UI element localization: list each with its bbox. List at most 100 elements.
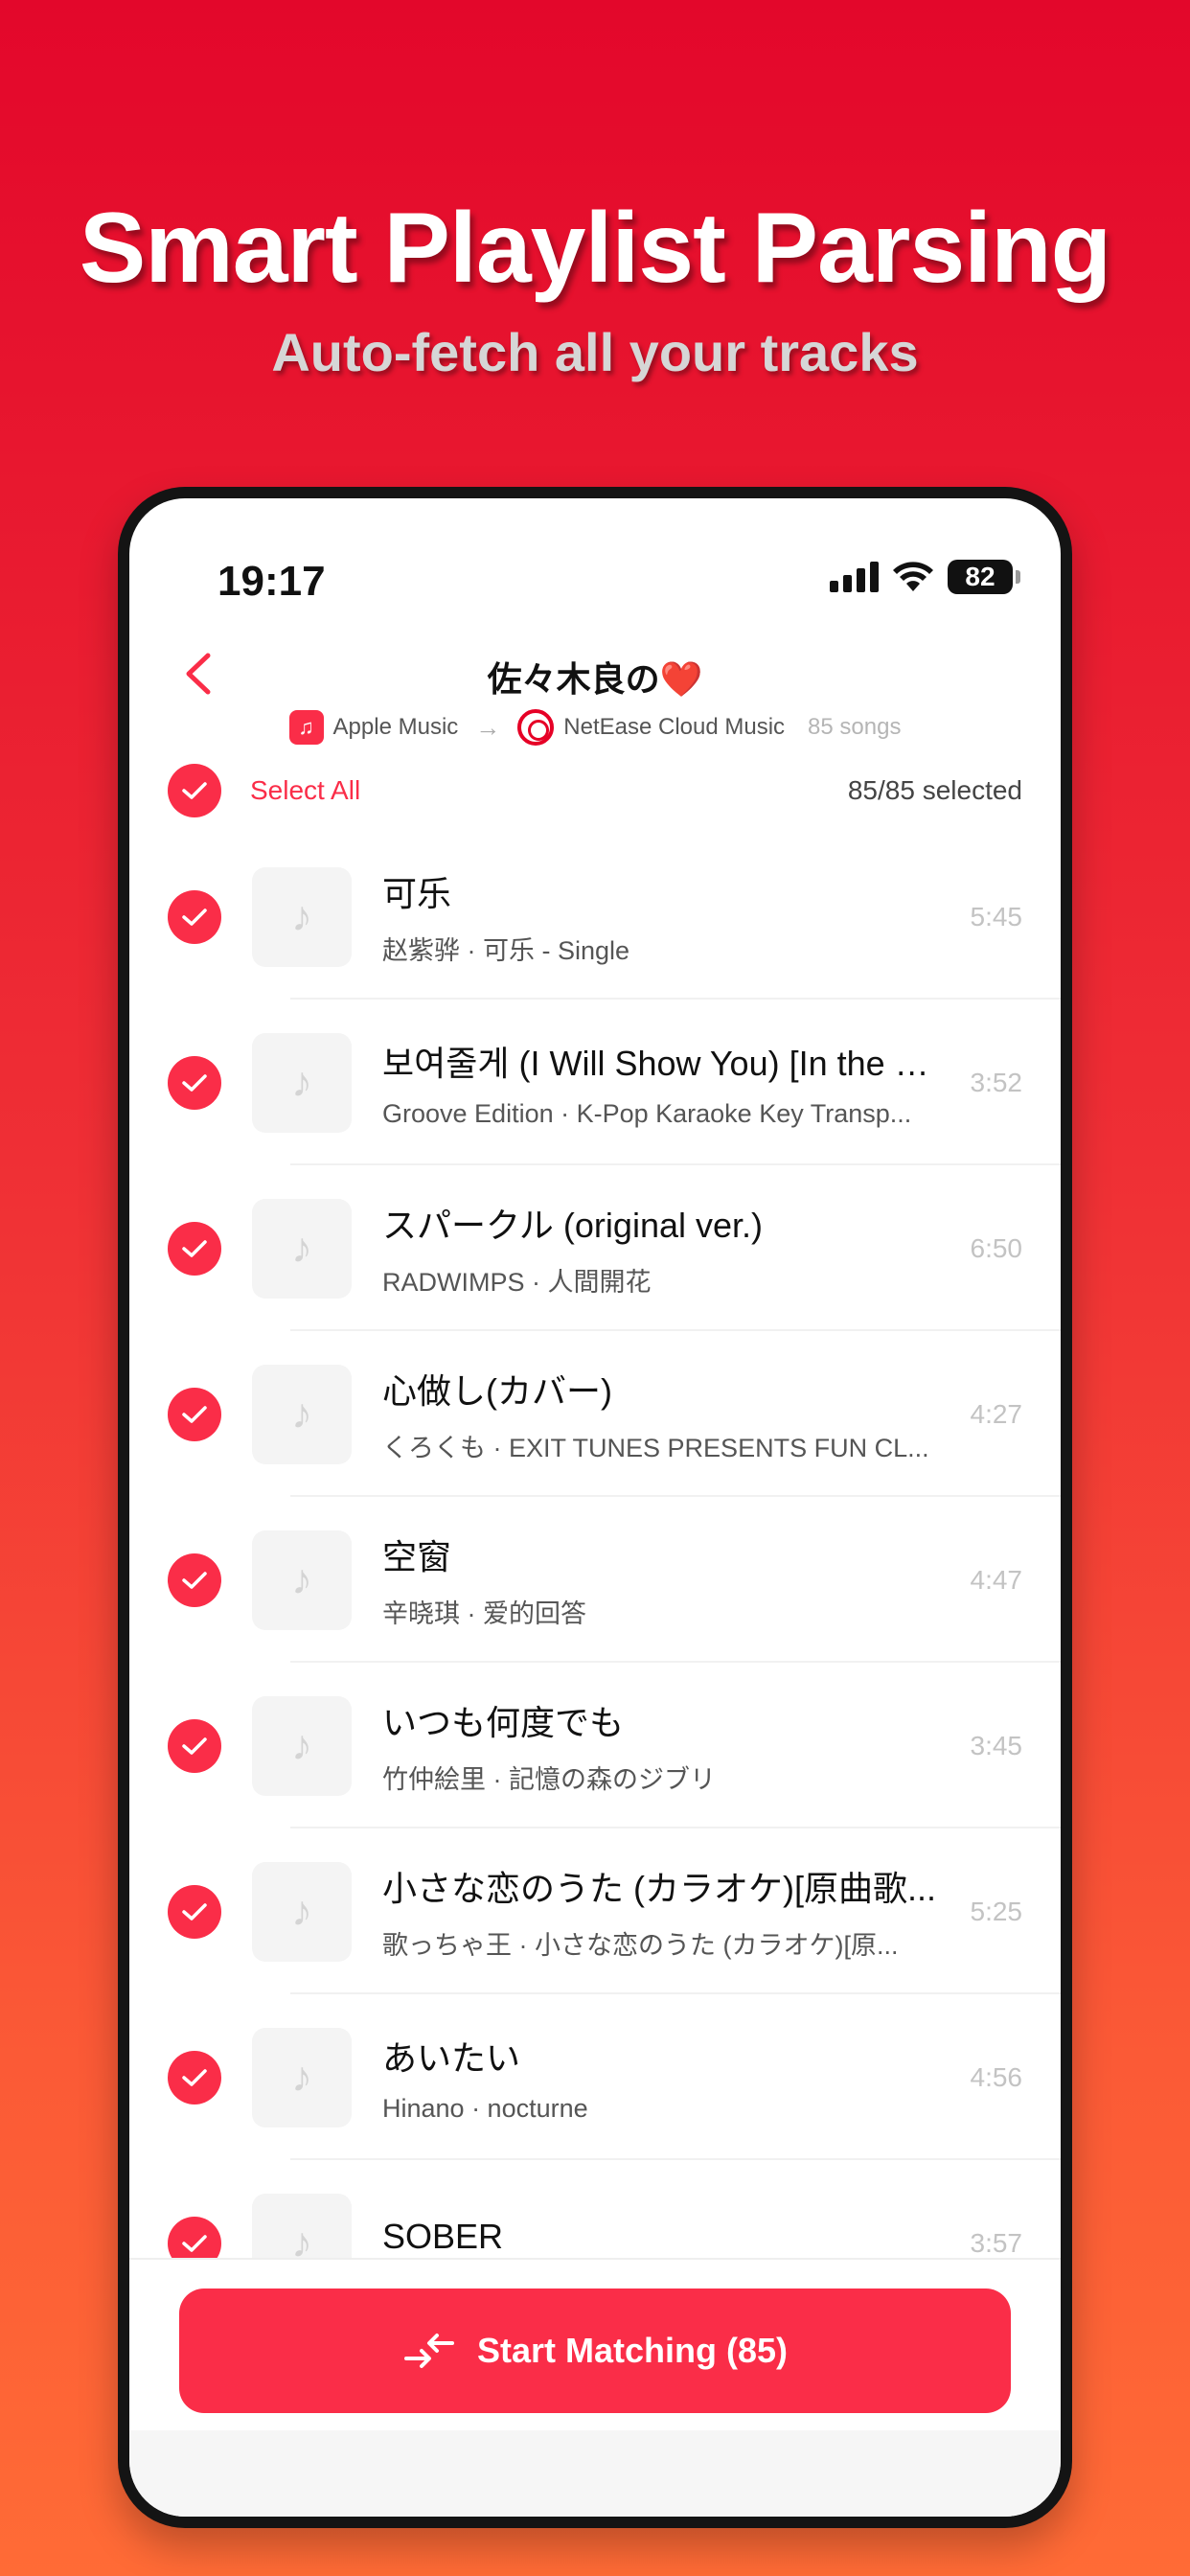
track-info: 可乐 赵紫骅 · 可乐 - Single	[382, 866, 938, 967]
checkmark-icon	[182, 1405, 207, 1423]
checkmark-icon	[182, 908, 207, 926]
track-duration: 4:56	[970, 2061, 1023, 2092]
cellular-signal-icon	[830, 562, 879, 592]
track-title: あいたい	[382, 2038, 521, 2078]
music-note-icon: ♪	[291, 2053, 312, 2101]
music-note-icon: ♪	[291, 1721, 312, 1769]
bottom-action-area: Start Matching (85)	[129, 2258, 1061, 2430]
track-subtitle: 赵紫骅 · 可乐 - Single	[382, 936, 630, 965]
track-duration: 4:47	[970, 1564, 1023, 1595]
track-checkbox[interactable]	[168, 1387, 221, 1441]
track-artwork: ♪	[252, 1198, 352, 1299]
track-artwork: ♪	[252, 1861, 352, 1962]
track-subtitle: 竹仲絵里 · 記憶の森のジブリ	[382, 1765, 716, 1794]
track-duration: 5:45	[970, 901, 1023, 932]
track-row[interactable]: ♪ 可乐 赵紫骅 · 可乐 - Single 5:45	[168, 834, 1061, 1000]
apple-music-icon: ♫	[288, 710, 324, 745]
hero-title: Smart Playlist Parsing	[79, 193, 1111, 304]
song-count: 85 songs	[808, 714, 902, 740]
music-note-icon: ♪	[291, 1390, 312, 1438]
track-subtitle: Groove Edition · K-Pop Karaoke Key Trans…	[382, 1099, 912, 1128]
transfer-route: ♫ Apple Music → NetEase Cloud Music 85 s…	[129, 709, 1061, 746]
checkmark-icon	[182, 782, 207, 799]
track-checkbox[interactable]	[168, 2050, 221, 2104]
checkmark-icon	[182, 1073, 207, 1092]
track-row[interactable]: ♪ いつも何度でも 竹仲絵里 · 記憶の森のジブリ 3:45	[168, 1663, 1061, 1828]
checkmark-icon	[182, 1571, 207, 1589]
track-subtitle: 歌っちゃ王 · 小さな恋のうた (カラオケ)[原...	[382, 1931, 899, 1960]
track-title: 보여줄게 (I Will Show You) [In the S...	[382, 1044, 938, 1083]
track-row[interactable]: ♪ 보여줄게 (I Will Show You) [In the S... Gr…	[168, 1000, 1061, 1165]
start-matching-label: Start Matching (85)	[476, 2331, 789, 2370]
track-list: ♪ 可乐 赵紫骅 · 可乐 - Single 5:45 ♪ 보여줄게 (I Wi…	[168, 834, 1061, 2326]
track-title: 可乐	[382, 874, 452, 913]
battery-icon: 82	[948, 560, 1020, 594]
track-title: 空窗	[382, 1537, 452, 1576]
track-artwork: ♪	[252, 1032, 352, 1133]
music-note-icon: ♪	[291, 1555, 312, 1603]
music-note-icon: ♪	[291, 892, 312, 940]
track-row[interactable]: ♪ 心做し(カバー) くろくも · EXIT TUNES PRESENTS FU…	[168, 1331, 1061, 1497]
checkmark-icon	[182, 1239, 207, 1257]
track-duration: 6:50	[970, 1232, 1023, 1263]
status-icons: 82	[830, 560, 1020, 594]
swap-arrows-icon	[403, 2334, 454, 2368]
arrow-right-icon: →	[475, 712, 501, 742]
netease-music-icon	[517, 709, 555, 746]
bottom-bar: Start Matching (85)	[129, 2258, 1061, 2517]
track-subtitle: RADWIMPS · 人間開花	[382, 1268, 652, 1297]
track-info: あいたい Hinano · nocturne	[382, 2031, 938, 2124]
track-title: SOBER	[382, 2216, 504, 2256]
track-duration: 5:25	[970, 1896, 1023, 1926]
track-subtitle: くろくも · EXIT TUNES PRESENTS FUN CL...	[382, 1434, 929, 1462]
track-info: 小さな恋のうた (カラオケ)[原曲歌... 歌っちゃ王 · 小さな恋のうた (カ…	[382, 1861, 938, 1962]
track-artwork: ♪	[252, 1530, 352, 1630]
track-checkbox[interactable]	[168, 889, 221, 944]
hero-subtitle: Auto-fetch all your tracks	[271, 322, 919, 382]
track-checkbox[interactable]	[168, 1718, 221, 1773]
track-info: いつも何度でも 竹仲絵里 · 記憶の森のジブリ	[382, 1695, 938, 1796]
track-duration: 3:57	[970, 2227, 1023, 2258]
select-all-label[interactable]: Select All	[250, 775, 360, 806]
phone-frame: 19:17 82 佐々木良の❤️ ♫ Apple Music → NetEase…	[118, 487, 1072, 2528]
checkmark-icon	[182, 2068, 207, 2086]
playlist-title: 佐々木良の❤️	[487, 659, 703, 699]
track-title: いつも何度でも	[382, 1703, 625, 1742]
track-artwork: ♪	[252, 1364, 352, 1464]
track-subtitle: Hinano · nocturne	[382, 2094, 588, 2123]
track-row[interactable]: ♪ あいたい Hinano · nocturne 4:56	[168, 1994, 1061, 2160]
track-info: スパークル (original ver.) RADWIMPS · 人間開花	[382, 1198, 938, 1299]
track-title: 小さな恋のうた (カラオケ)[原曲歌...	[382, 1869, 936, 1908]
track-title: 心做し(カバー)	[382, 1371, 612, 1411]
music-note-icon: ♪	[291, 1058, 312, 1106]
track-checkbox[interactable]	[168, 1884, 221, 1939]
selected-count: 85/85 selected	[847, 775, 1022, 805]
track-row[interactable]: ♪ 小さな恋のうた (カラオケ)[原曲歌... 歌っちゃ王 · 小さな恋のうた …	[168, 1828, 1061, 1994]
checkmark-icon	[182, 1902, 207, 1920]
checkmark-icon	[182, 2234, 207, 2252]
track-artwork: ♪	[252, 866, 352, 967]
music-note-icon: ♪	[291, 1224, 312, 1272]
phone-screen: 19:17 82 佐々木良の❤️ ♫ Apple Music → NetEase…	[129, 498, 1061, 2517]
track-title: スパークル (original ver.)	[382, 1206, 763, 1245]
wifi-icon	[893, 562, 933, 591]
checkmark-icon	[182, 1736, 207, 1755]
select-all-checkbox[interactable]	[168, 764, 221, 817]
track-duration: 3:45	[970, 1730, 1023, 1760]
track-info: 心做し(カバー) くろくも · EXIT TUNES PRESENTS FUN …	[382, 1364, 938, 1464]
track-subtitle: 辛晓琪 · 爱的回答	[382, 1599, 586, 1628]
status-time: 19:17	[217, 558, 326, 605]
track-checkbox[interactable]	[168, 1221, 221, 1276]
track-checkbox[interactable]	[168, 1055, 221, 1110]
track-row[interactable]: ♪ スパークル (original ver.) RADWIMPS · 人間開花 …	[168, 1165, 1061, 1331]
track-duration: 3:52	[970, 1067, 1023, 1097]
track-checkbox[interactable]	[168, 1552, 221, 1607]
select-all-row: Select All 85/85 selected	[168, 757, 1022, 824]
start-matching-button[interactable]: Start Matching (85)	[179, 2288, 1011, 2413]
track-duration: 4:27	[970, 1398, 1023, 1429]
target-service: NetEase Cloud Music	[563, 714, 786, 740]
track-artwork: ♪	[252, 1695, 352, 1796]
track-row[interactable]: ♪ 空窗 辛晓琪 · 爱的回答 4:47	[168, 1497, 1061, 1663]
music-note-icon: ♪	[291, 1887, 312, 1935]
track-artwork: ♪	[252, 2027, 352, 2128]
